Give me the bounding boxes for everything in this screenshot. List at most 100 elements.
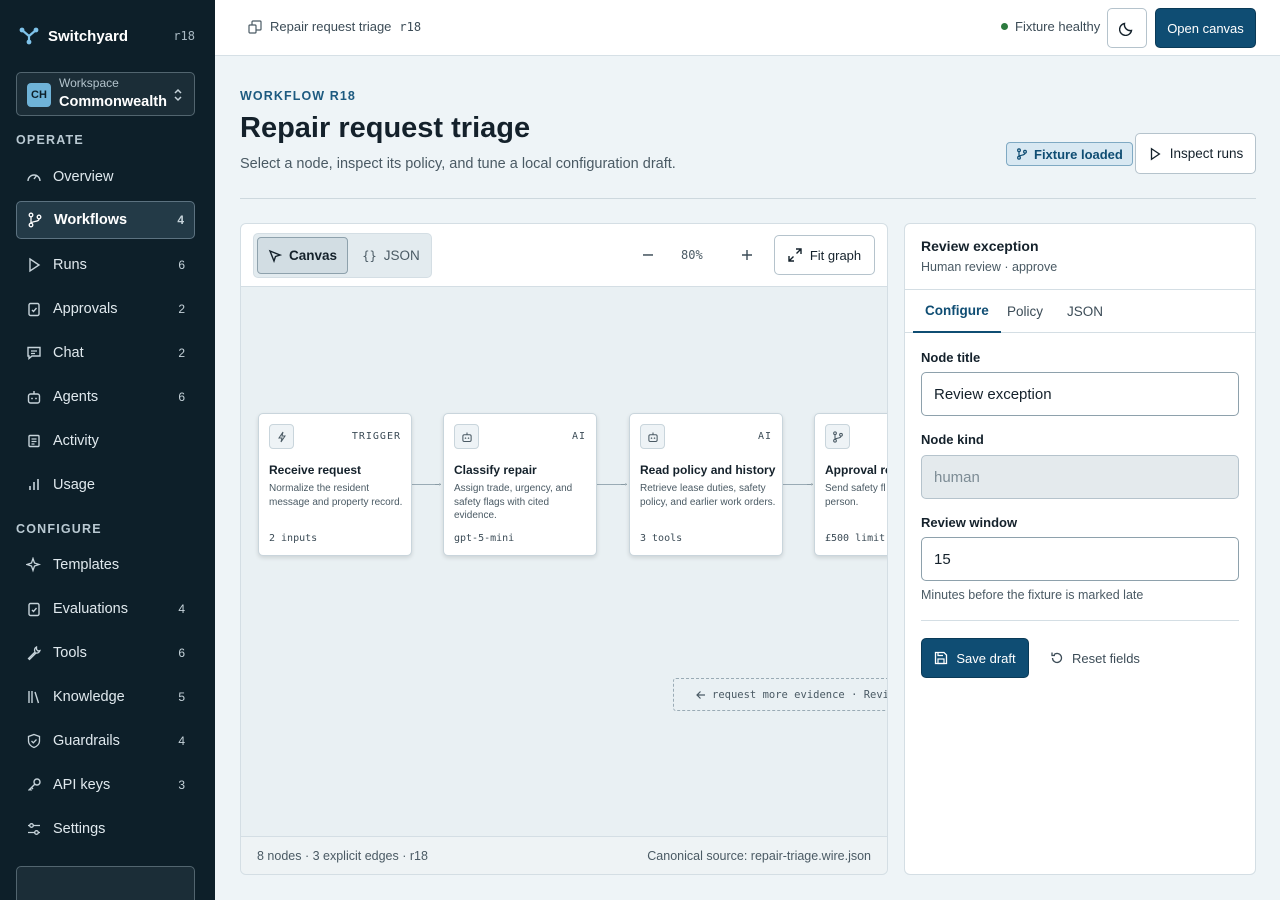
sidebar-item-evaluations[interactable]: Evaluations 4 — [16, 590, 195, 628]
sidebar-item-agents[interactable]: Agents 6 — [16, 378, 195, 416]
sidebar: Switchyard r18 CH Workspace Commonwealth… — [0, 0, 215, 900]
canvas-toolbar: Canvas {} JSON 80% Fit graph — [241, 224, 887, 287]
minus-icon — [642, 249, 654, 261]
tab-policy[interactable]: Policy — [995, 290, 1055, 333]
sidebar-item-api-keys[interactable]: API keys 3 — [16, 766, 195, 804]
save-icon — [934, 651, 948, 665]
sidebar-item-label: Templates — [53, 557, 120, 573]
branch-icon — [825, 424, 850, 449]
sidebar-item-label: Approvals — [53, 301, 118, 317]
save-draft-label: Save draft — [956, 650, 1016, 666]
node-approval-request[interactable]: Approval re Send safety fl estimates abo… — [814, 413, 887, 556]
workflow-copy-icon — [248, 19, 262, 34]
bot-icon — [640, 424, 665, 449]
section-operate: OPERATE — [16, 133, 84, 147]
sidebar-item-approvals[interactable]: Approvals 2 — [16, 290, 195, 328]
sidebar-footer-card[interactable] — [16, 866, 195, 900]
page-subtitle: Select a node, inspect its policy, and t… — [240, 156, 676, 172]
loop-edge-label: request more evidence · Review — [673, 678, 887, 711]
theme-toggle-button[interactable] — [1107, 8, 1147, 48]
brand[interactable]: Switchyard — [19, 27, 128, 45]
inspect-runs-button[interactable]: Inspect runs — [1135, 133, 1256, 174]
sidebar-item-count: 4 — [178, 734, 185, 748]
node-classify-repair[interactable]: AI Classify repair Assign trade, urgency… — [443, 413, 597, 556]
sidebar-item-activity[interactable]: Activity — [16, 422, 195, 460]
clipboard-check-icon — [25, 600, 43, 618]
workspace-label: Workspace — [59, 76, 119, 90]
sidebar-item-guardrails[interactable]: Guardrails 4 — [16, 722, 195, 760]
open-canvas-button[interactable]: Open canvas — [1155, 8, 1256, 48]
library-icon — [25, 688, 43, 706]
node-title: Receive request — [269, 463, 362, 477]
sidebar-item-workflows[interactable]: Workflows 4 — [16, 201, 195, 239]
sidebar-item-usage[interactable]: Usage — [16, 466, 195, 504]
branch-icon — [26, 211, 44, 229]
fixture-loaded-badge: Fixture loaded — [1006, 142, 1133, 166]
arrow-left-icon — [696, 690, 706, 700]
canonical-source: Canonical source: repair-triage.wire.jso… — [647, 849, 871, 863]
sidebar-item-chat[interactable]: Chat 2 — [16, 334, 195, 372]
sidebar-item-templates[interactable]: Templates — [16, 546, 195, 584]
plus-icon — [741, 249, 753, 261]
workflow-canvas-panel: Canvas {} JSON 80% Fit graph → → → TRIGG… — [240, 223, 888, 875]
moon-icon — [1119, 20, 1135, 36]
save-draft-button[interactable]: Save draft — [921, 638, 1029, 678]
sidebar-item-label: API keys — [53, 777, 111, 793]
sparkles-icon — [25, 556, 43, 574]
sidebar-item-count: 5 — [178, 690, 185, 704]
app-version: r18 — [173, 29, 195, 43]
node-kind: AI — [571, 431, 586, 442]
expand-icon — [788, 248, 802, 262]
bolt-icon — [269, 424, 294, 449]
workspace-switcher[interactable]: CH Workspace Commonwealth — [16, 72, 195, 116]
node-description: Send safety fl estimates abo person. — [825, 483, 887, 508]
graph-summary: 8 nodes · 3 explicit edges · r18 — [257, 849, 428, 863]
section-configure: CONFIGURE — [16, 522, 102, 536]
sidebar-item-tools[interactable]: Tools 6 — [16, 634, 195, 672]
view-canvas-button[interactable]: Canvas — [257, 237, 348, 274]
reset-fields-label: Reset fields — [1072, 650, 1140, 666]
sidebar-item-settings[interactable]: Settings — [16, 810, 195, 848]
app-name: Switchyard — [48, 27, 129, 45]
node-read-policy[interactable]: AI Read policy and history Retrieve leas… — [629, 413, 783, 556]
status-dot — [1001, 23, 1008, 30]
fit-graph-button[interactable]: Fit graph — [774, 235, 875, 275]
sidebar-item-runs[interactable]: Runs 6 — [16, 246, 195, 284]
node-description: Assign trade, urgency, and safety flags … — [454, 483, 573, 521]
zoom-out-button[interactable] — [639, 246, 657, 264]
sidebar-item-label: Agents — [53, 389, 99, 405]
node-description: Normalize the resident message and prope… — [269, 483, 403, 508]
braces-icon: {} — [362, 248, 377, 263]
bot-icon — [25, 388, 43, 406]
node-kind-label: Node kind — [921, 432, 984, 447]
node-title: Read policy and history — [640, 463, 776, 477]
sidebar-item-label: Knowledge — [53, 689, 125, 705]
review-window-input[interactable] — [921, 537, 1239, 581]
reset-icon — [1050, 651, 1064, 665]
inspector-subtitle: Human review · approve — [921, 260, 1058, 274]
bot-icon — [454, 424, 479, 449]
sidebar-item-count: 2 — [178, 302, 185, 316]
sidebar-item-overview[interactable]: Overview — [16, 158, 195, 196]
node-receive-request[interactable]: TRIGGER Receive request Normalize the re… — [258, 413, 412, 556]
sidebar-item-label: Runs — [53, 257, 87, 273]
reset-fields-button[interactable]: Reset fields — [1050, 638, 1140, 678]
view-toggle: Canvas {} JSON — [253, 233, 432, 278]
page-eyebrow: WORKFLOW R18 — [240, 89, 356, 103]
top-bar: Repair request triage r18 Fixture health… — [215, 0, 1280, 56]
view-canvas-label: Canvas — [288, 248, 338, 263]
inspector-divider — [921, 620, 1239, 621]
view-json-button[interactable]: {} JSON — [358, 237, 424, 274]
chevron-up-down-icon — [172, 87, 184, 103]
play-icon — [25, 256, 43, 274]
breadcrumb[interactable]: Repair request triage r18 — [248, 19, 421, 34]
fit-graph-label: Fit graph — [809, 247, 862, 263]
zoom-in-button[interactable] — [738, 246, 756, 264]
tab-configure[interactable]: Configure — [913, 290, 1001, 333]
node-title-input[interactable] — [921, 372, 1239, 416]
sidebar-item-knowledge[interactable]: Knowledge 5 — [16, 678, 195, 716]
tab-json[interactable]: JSON — [1055, 290, 1115, 333]
node-meta: £500 limit — [825, 533, 886, 544]
sidebar-item-label: Workflows — [54, 212, 128, 228]
node-kind-input — [921, 455, 1239, 499]
